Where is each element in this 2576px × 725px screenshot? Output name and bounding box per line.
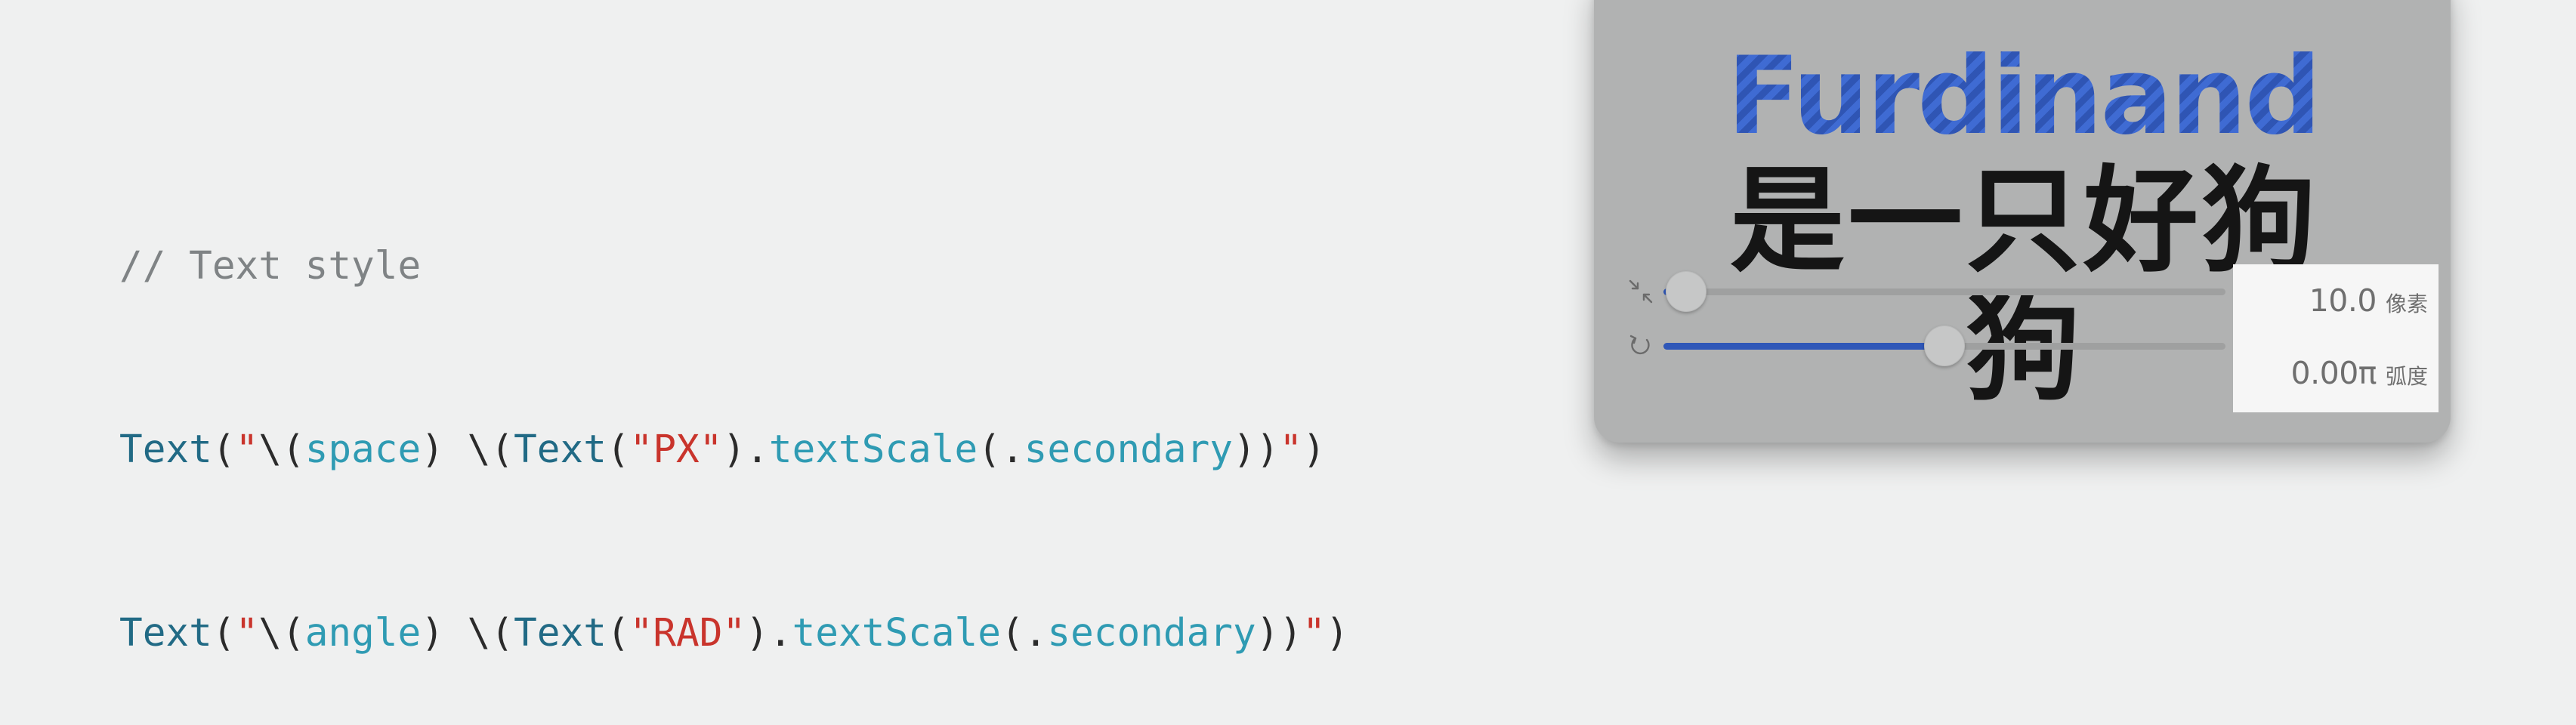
code-token-quote-close: " xyxy=(1279,427,1303,472)
code-token-arg-dot: . xyxy=(1024,611,1048,656)
code-token-final-close: ) xyxy=(1302,427,1326,472)
code-token-interp2: \( xyxy=(467,427,514,472)
angle-unit: 弧度 xyxy=(2385,364,2428,389)
code-token-inner-type: Text xyxy=(514,611,607,656)
compress-arrows-icon xyxy=(1629,279,1653,304)
space-value: 10.0 xyxy=(2309,282,2377,319)
code-token-interp2: \( xyxy=(467,611,514,656)
code-token-final-close: ) xyxy=(1325,611,1349,656)
code-line-angle: Text("\(angle) \(Text("RAD").textScale(.… xyxy=(119,603,1349,664)
code-token-method: textScale xyxy=(768,427,978,472)
code-token-interp: \( xyxy=(258,611,305,656)
code-token-closes: )) xyxy=(1233,427,1280,472)
code-token-dot: . xyxy=(746,427,769,472)
space-slider[interactable] xyxy=(1663,271,2225,312)
code-token-quote: " xyxy=(235,427,259,472)
code-token-method-paren: ( xyxy=(978,427,1001,472)
angle-value: 0.00π xyxy=(2290,355,2377,391)
preview-window: Furdinand 是一只好狗狗 10.0 像素 0.00π 弧度 xyxy=(1594,0,2451,443)
code-token-method-paren: ( xyxy=(1000,611,1024,656)
code-token-quote-close: " xyxy=(1302,611,1326,656)
code-snippet: // Text style Text("\(space) \(Text("PX"… xyxy=(119,113,1349,725)
code-token-inner-paren: ( xyxy=(606,611,630,656)
angle-slider[interactable] xyxy=(1663,325,2225,366)
space-unit: 像素 xyxy=(2385,292,2428,316)
value-panel: 10.0 像素 0.00π 弧度 xyxy=(2233,264,2439,412)
code-token-arg-dot: . xyxy=(1000,427,1024,472)
code-token-string: "RAD" xyxy=(629,611,746,656)
code-token-inner-close: ) xyxy=(722,427,746,472)
code-token-arg: secondary xyxy=(1024,427,1234,472)
code-token-interp: \( xyxy=(258,427,305,472)
code-token-dot: . xyxy=(768,611,792,656)
code-token-type: Text xyxy=(119,427,212,472)
angle-slider-fill xyxy=(1663,343,1944,350)
code-token-paren: ( xyxy=(212,427,236,472)
code-line-space: Text("\(space) \(Text("PX").textScale(.s… xyxy=(119,419,1349,480)
angle-slider-thumb[interactable] xyxy=(1924,325,1965,366)
rotate-icon xyxy=(1629,335,1650,355)
space-slider-thumb[interactable] xyxy=(1665,271,1707,312)
code-token-interp-close: ) xyxy=(421,427,444,472)
code-token-type: Text xyxy=(119,611,212,656)
code-token-inner-close: ) xyxy=(746,611,769,656)
code-token-param: angle xyxy=(304,611,422,656)
code-token-string: "PX" xyxy=(629,427,723,472)
code-token-inner-type: Text xyxy=(514,427,607,472)
code-token-quote: " xyxy=(235,611,259,656)
code-comment: // Text style xyxy=(119,244,422,288)
code-token-inner-paren: ( xyxy=(606,427,630,472)
code-token-paren: ( xyxy=(212,611,236,656)
code-token-interp-close: ) xyxy=(421,611,444,656)
code-token-arg: secondary xyxy=(1047,611,1256,656)
space-value-readout: 10.0 像素 xyxy=(2309,282,2428,319)
preview-title-latin: Furdinand xyxy=(1691,36,2355,157)
code-token-closes: )) xyxy=(1256,611,1303,656)
code-token-param: space xyxy=(304,427,422,472)
angle-value-readout: 0.00π 弧度 xyxy=(2291,355,2429,391)
code-token-method: textScale xyxy=(792,611,1001,656)
